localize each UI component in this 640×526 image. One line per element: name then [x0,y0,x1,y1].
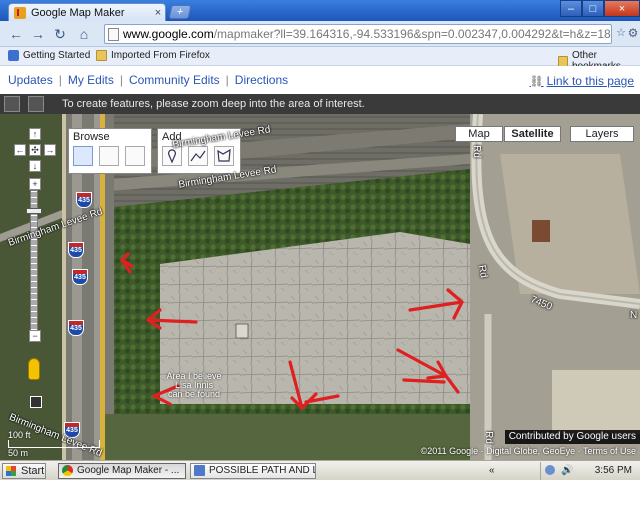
map-type-map[interactable]: Map [455,126,503,142]
browser-window: Google Map Maker × + – □ × ← → ↻ ⌂ www.g… [0,0,640,480]
reload-icon[interactable]: ↻ [52,26,68,42]
pan-up-icon[interactable]: ↑ [29,128,41,140]
pan-left-icon[interactable]: ← [14,144,26,156]
overview-toggle-icon[interactable] [30,396,42,408]
zoom-minus-icon[interactable]: − [29,330,41,342]
road-label: Rd [482,431,494,444]
interstate-shield-icon: 435 [76,192,92,208]
url-host: www.google.com [123,27,214,41]
document-icon [194,465,205,476]
interstate-shield-icon: 435 [68,320,84,336]
browse-panel: Browse [68,128,152,174]
road-label: N [630,310,638,321]
address-bar[interactable]: www.google.com /mapmaker?ll=39.164316,-9… [104,24,612,44]
map-type-layers[interactable]: Layers [570,126,634,142]
folder-icon [96,50,107,61]
tray-expand-icon[interactable]: « [489,465,495,476]
browse-header: Browse [73,131,110,143]
map-maker-favicon-icon [14,6,26,19]
task-possible-path[interactable]: POSSIBLE PATH AND L... [190,463,316,479]
select-icon[interactable] [73,146,93,166]
road-label: Rd [475,264,489,279]
zoom-message: To create features, please zoom deep int… [62,98,365,110]
nav-updates[interactable]: Updates [8,73,53,87]
map-type-satellite[interactable]: Satellite [504,126,561,142]
pegman-icon[interactable] [28,358,40,380]
getting-started-icon [8,50,19,61]
interstate-shield-icon: 435 [68,242,84,258]
new-tab-button[interactable]: + [168,5,192,19]
nav-directions[interactable]: Directions [235,73,288,87]
maximize-button[interactable]: □ [582,0,604,17]
contributed-badge: Contributed by Google users [504,430,640,444]
link-icon: ⛓ [529,75,544,88]
line-icon[interactable] [188,146,208,166]
volume-icon[interactable]: 🔊 [561,465,573,476]
forward-icon[interactable]: → [30,26,46,42]
satellite-map[interactable]: Browse Add Map Satellite Layers ↑ ← ✣ → [0,114,640,460]
sidebar-toggle-icon[interactable] [4,96,20,112]
message-bar: To create features, please zoom deep int… [0,94,640,114]
interstate-shield-icon: 435 [72,269,88,285]
clock[interactable]: 3:56 PM [595,465,632,476]
network-icon[interactable] [545,465,555,475]
system-tray: « 🔊 3:56 PM [489,462,640,480]
road-label: Rd [470,145,482,158]
pick-icon[interactable] [99,146,119,166]
tab-close-icon[interactable]: × [151,7,165,19]
chrome-icon [62,465,73,476]
bookmarks-bar: Getting Started Imported From Firefox Ot… [0,47,640,72]
pan-down-icon[interactable]: ↓ [29,160,41,172]
annotation-text: Area I believe Lisa Innis can be found [166,371,222,399]
browser-toolbar: ← → ↻ ⌂ www.google.com /mapmaker?ll=39.1… [0,21,640,47]
bookmark-imported-from-firefox[interactable]: Imported From Firefox [96,50,210,61]
page-icon [108,27,119,41]
url-path: /mapmaker?ll=39.164316,-94.533196&spn=0.… [213,27,612,41]
start-button[interactable]: Start [2,463,46,479]
measure-icon[interactable] [125,146,145,166]
nav-community-edits[interactable]: Community Edits [129,73,220,87]
task-google-map-maker[interactable]: Google Map Maker - ... [58,463,186,479]
scale-bar [8,440,100,448]
scale-label-metric: 50 m [8,448,29,458]
folder-icon [558,55,568,67]
bookmark-getting-started[interactable]: Getting Started [8,50,90,61]
wrench-icon[interactable]: ⚙ [626,26,640,40]
taskbar: Start Google Map Maker - ... POSSIBLE PA… [0,460,640,480]
map-copyright: ©2011 Google · Digital Globe, GeoEye · T… [420,446,636,456]
fullscreen-icon[interactable] [28,96,44,112]
nav-my-edits[interactable]: My Edits [68,73,114,87]
home-icon[interactable]: ⌂ [76,26,92,42]
tab-title: Google Map Maker [31,6,125,19]
title-bar: Google Map Maker × + – □ × [0,0,640,21]
link-to-this-page[interactable]: ⛓ Link to this page [530,74,634,88]
pan-right-icon[interactable]: → [44,144,56,156]
back-icon[interactable]: ← [8,26,24,42]
minimize-button[interactable]: – [560,0,582,17]
map-maker-nav: Updates | My Edits | Community Edits | D… [0,66,640,94]
tab-google-map-maker[interactable]: Google Map Maker × [8,3,166,21]
close-window-button[interactable]: × [604,0,640,17]
zoom-plus-icon[interactable]: + [29,178,41,190]
pan-center-icon[interactable]: ✣ [29,144,41,156]
scale-label: 100 ft [8,430,31,440]
zoom-slider-thumb[interactable] [26,208,42,214]
polygon-icon[interactable] [214,146,234,166]
